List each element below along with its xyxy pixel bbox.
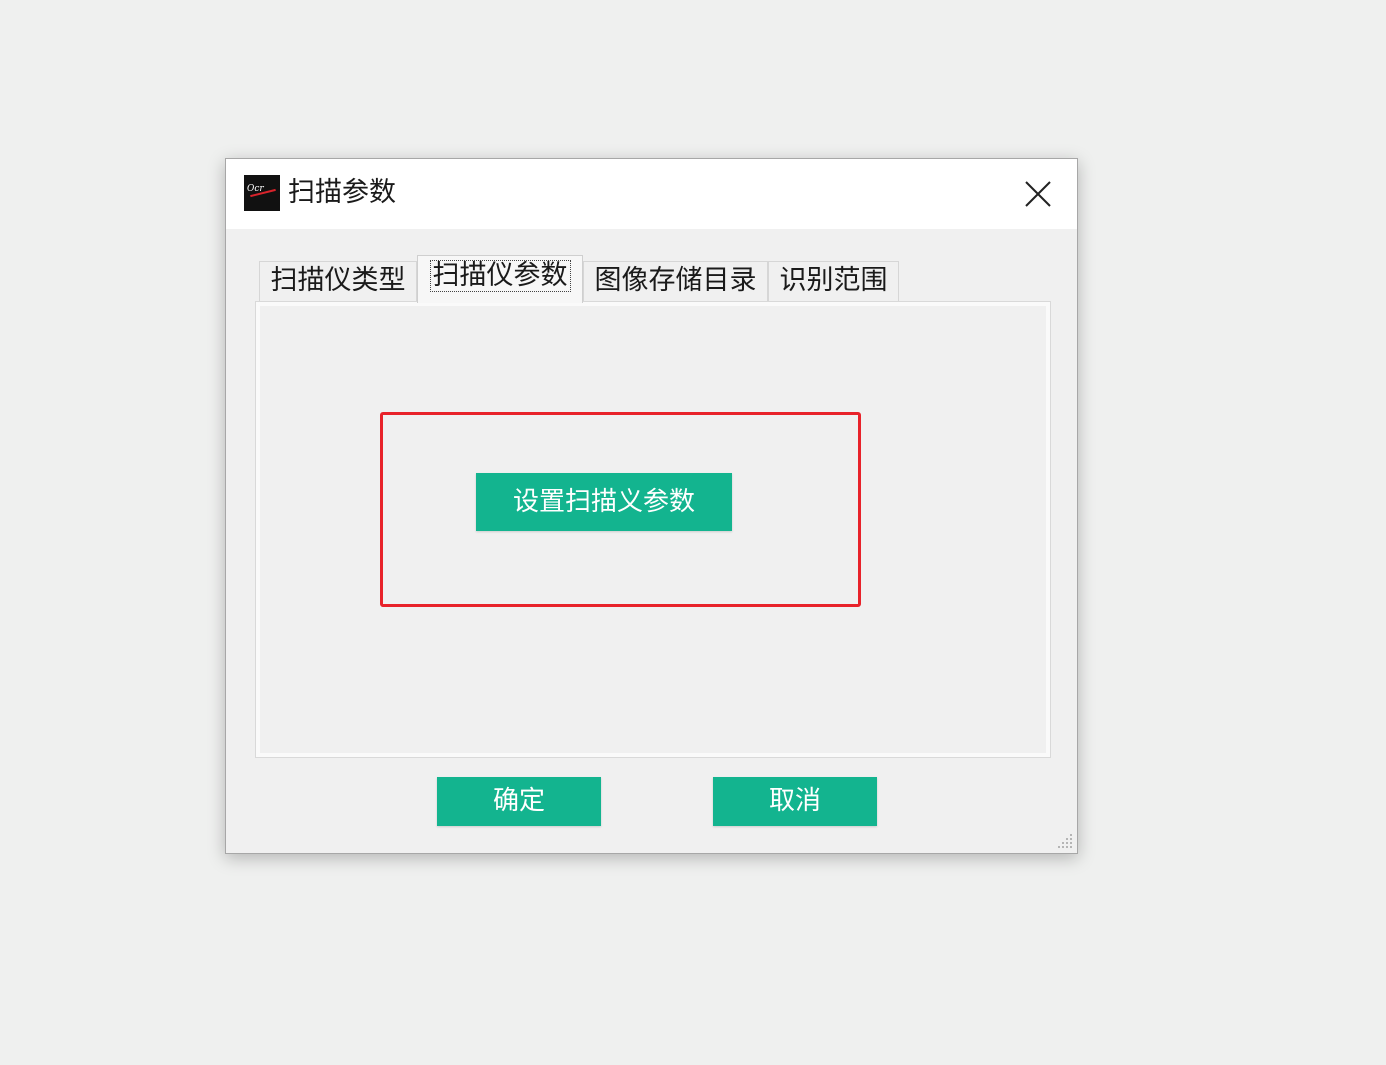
tab-label: 识别范围 [779,265,888,296]
resize-grip-icon[interactable] [1056,832,1074,850]
set-scanner-params-button[interactable]: 设置扫描义参数 [476,473,732,531]
scan-parameters-dialog: Ocr 扫描参数 扫描仪类型 扫描仪参数 图像存储目录 识别范围 设置扫描义参数… [225,158,1078,854]
close-button[interactable] [1017,173,1059,215]
tab-label: 扫描仪类型 [270,265,406,296]
app-logo-icon: Ocr [244,175,280,211]
tab-label: 扫描仪参数 [429,260,571,292]
tab-label: 图像存储目录 [594,265,757,296]
tab-panel-scanner-params: 设置扫描义参数 [255,301,1051,758]
ok-button[interactable]: 确定 [437,777,601,826]
title-bar: Ocr 扫描参数 [226,159,1077,229]
close-icon [1025,181,1051,207]
tab-recognition-range[interactable]: 识别范围 [768,261,899,301]
tab-scanner-params[interactable]: 扫描仪参数 [417,255,583,303]
tab-image-storage-dir[interactable]: 图像存储目录 [583,261,768,301]
window-title: 扫描参数 [288,177,396,208]
tab-scanner-type[interactable]: 扫描仪类型 [259,261,417,301]
cancel-button[interactable]: 取消 [713,777,877,826]
